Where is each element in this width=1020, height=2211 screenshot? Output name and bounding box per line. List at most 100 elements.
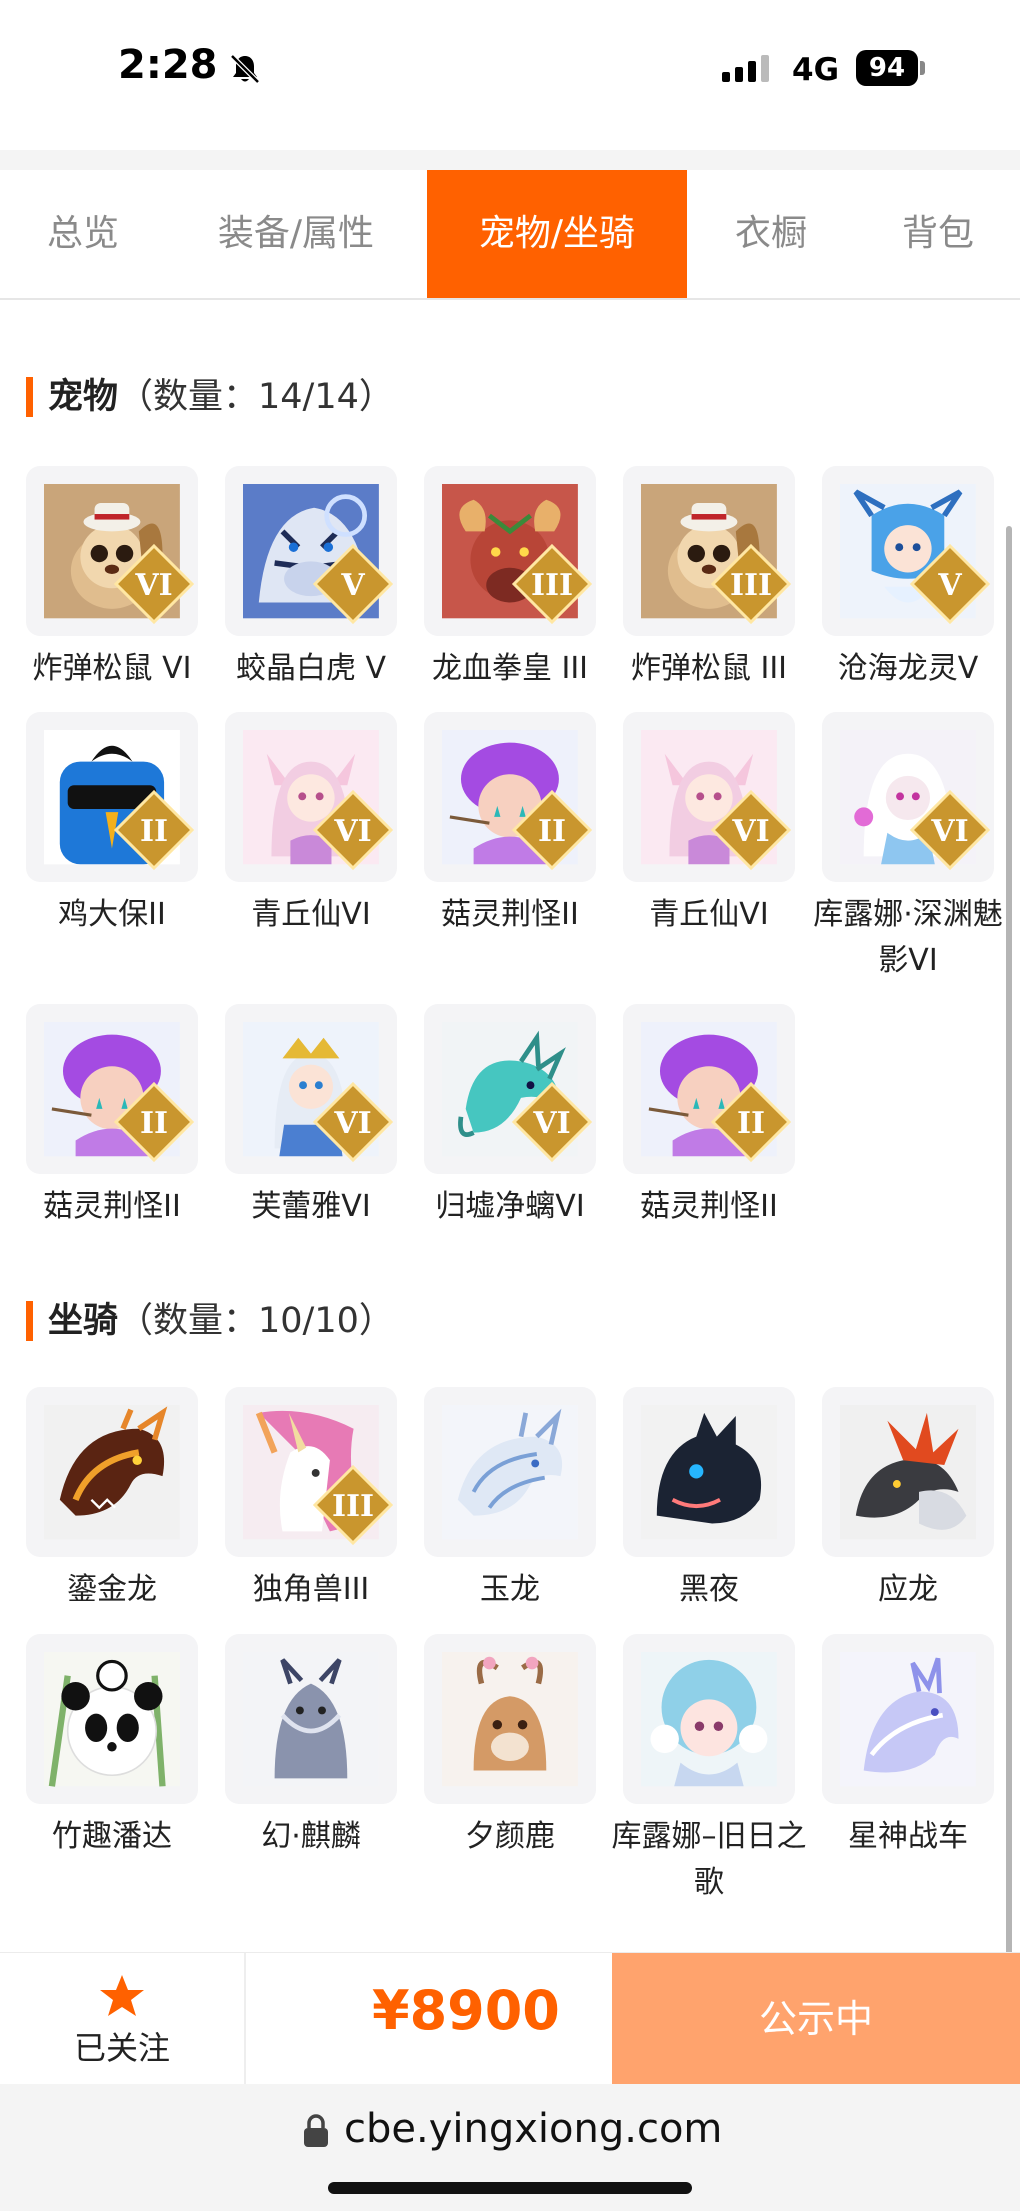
svg-text:III: III (531, 568, 573, 603)
tab-backpack[interactable]: 背包 (870, 170, 1006, 298)
item-portrait (424, 1387, 596, 1557)
follow-label: 已关注 (73, 2029, 170, 2067)
item-portrait (26, 1634, 198, 1804)
item-portrait: II (26, 712, 198, 882)
network-type: 4G (792, 52, 840, 88)
item-portrait: VI (26, 466, 198, 636)
squirrel-portrait-icon: III (641, 484, 792, 625)
price: ¥8900 (372, 1979, 560, 2042)
item-portrait: V (822, 466, 994, 636)
unicorn-portrait-icon: III (243, 1405, 394, 1546)
browser-url-bar[interactable]: cbe.yingxiong.com (0, 2084, 1020, 2211)
item-name: 炸弹松鼠 VI (32, 651, 192, 686)
item-name: 菇灵荆怪II (640, 1189, 778, 1224)
tab-wardrobe[interactable]: 衣橱 (706, 170, 836, 298)
item-portrait: III (623, 466, 795, 636)
qilin-portrait-icon (243, 1652, 379, 1787)
item-portrait (822, 1387, 994, 1557)
item-name: 鸡大保II (58, 897, 166, 932)
sheep-girl-portrait-icon (641, 1652, 777, 1787)
svg-text:VI: VI (333, 1106, 371, 1141)
status-time: 2:28 (118, 42, 218, 88)
item-name: 归墟净螭VI (435, 1189, 585, 1224)
follow-button[interactable]: 已关注 (0, 1953, 246, 2085)
item-portrait: III (424, 466, 596, 636)
status-bar: 2:28 4G 94 (0, 0, 1020, 150)
item-name: 青丘仙VI (251, 897, 371, 932)
item-portrait: V (225, 466, 397, 636)
tiger-portrait-icon: V (243, 484, 394, 625)
home-indicator (328, 2182, 692, 2194)
tab-overview[interactable]: 总览 (0, 170, 166, 298)
ram-portrait-icon: III (442, 484, 593, 625)
blue-bird-portrait-icon: II (44, 730, 195, 871)
svg-text:II: II (737, 1106, 765, 1141)
svg-text:II: II (140, 1106, 168, 1141)
teal-dragon-portrait-icon: VI (442, 1022, 593, 1163)
item-name: 库露娜–旧日之歌 (611, 1819, 807, 1900)
mounts-title: 坐骑 (48, 1301, 119, 1341)
night-beast-portrait-icon (641, 1405, 777, 1540)
mushroom-portrait-icon: II (641, 1022, 792, 1163)
item-name: 库露娜·深渊魅影VI (813, 897, 1003, 978)
item-name: 幻·麒麟 (261, 1819, 361, 1854)
star-icon (100, 1975, 144, 2016)
header-divider (0, 150, 1020, 170)
white-girl-portrait-icon: VI (840, 730, 991, 871)
item-name: 炸弹松鼠 III (630, 651, 788, 686)
item-portrait: II (623, 1004, 795, 1174)
fox-girl-portrait-icon: VI (243, 730, 394, 871)
url-text: cbe.yingxiong.com (344, 2106, 723, 2152)
pets-count: （数量：14/14） (118, 377, 394, 417)
item-name: 独角兽III (252, 1572, 370, 1607)
pets-title: 宠物 (48, 377, 119, 417)
svg-text:II: II (538, 814, 566, 849)
svg-text:III: III (332, 1489, 374, 1524)
item-portrait: II (424, 712, 596, 882)
item-portrait (225, 1634, 397, 1804)
mushroom-portrait-icon: II (44, 1022, 195, 1163)
item-portrait (424, 1634, 596, 1804)
svg-text:VI: VI (930, 814, 968, 849)
item-name: 竹趣潘达 (52, 1819, 172, 1854)
panda-portrait-icon (44, 1652, 180, 1787)
deer-portrait-icon (442, 1652, 578, 1787)
svg-text:VI: VI (731, 814, 769, 849)
svg-text:V: V (937, 568, 962, 603)
battery-level: 94 (868, 53, 906, 83)
golden-dragon-portrait-icon (44, 1405, 180, 1540)
item-name: 菇灵荆怪II (441, 897, 579, 932)
item-name: 龙血拳皇 III (431, 651, 589, 686)
battery-icon: 94 (856, 50, 926, 86)
mounts-count: （数量：10/10） (118, 1301, 394, 1341)
winged-dragon-portrait-icon (840, 1405, 976, 1540)
item-name: 应龙 (878, 1572, 938, 1607)
item-portrait: VI (623, 712, 795, 882)
svg-text:VI: VI (134, 568, 172, 603)
item-name: 夕颜鹿 (465, 1819, 555, 1854)
item-name: 沧海龙灵V (837, 651, 979, 686)
svg-text:II: II (140, 814, 168, 849)
item-name: 芙蕾雅VI (251, 1189, 371, 1224)
item-portrait: VI (822, 712, 994, 882)
item-portrait: VI (424, 1004, 596, 1174)
item-name: 菇灵荆怪II (43, 1189, 181, 1224)
item-portrait (623, 1634, 795, 1804)
bottom-action-bar: 已关注 ¥8900 公示中 (0, 1952, 1020, 2085)
jade-dragon-portrait-icon (442, 1405, 578, 1540)
item-name: 玉龙 (480, 1572, 540, 1607)
item-portrait: III (225, 1387, 397, 1557)
fox-girl-portrait-icon: VI (641, 730, 792, 871)
squirrel-portrait-icon: VI (44, 484, 195, 625)
spirit-horse-portrait-icon (840, 1652, 976, 1787)
svg-text:VI: VI (333, 814, 371, 849)
tab-equipment[interactable]: 装备/属性 (186, 170, 406, 298)
item-portrait: II (26, 1004, 198, 1174)
tab-pets-mounts[interactable]: 宠物/坐骑 (427, 170, 687, 298)
valkyrie-portrait-icon: VI (243, 1022, 394, 1163)
tab-bar: 总览 装备/属性 宠物/坐骑 衣橱 背包 (0, 170, 1020, 300)
publicity-status-button[interactable]: 公示中 (612, 1953, 1020, 2085)
bell-off-icon (230, 54, 260, 84)
scrollbar[interactable] (1006, 526, 1012, 2076)
svg-text:III: III (730, 568, 772, 603)
